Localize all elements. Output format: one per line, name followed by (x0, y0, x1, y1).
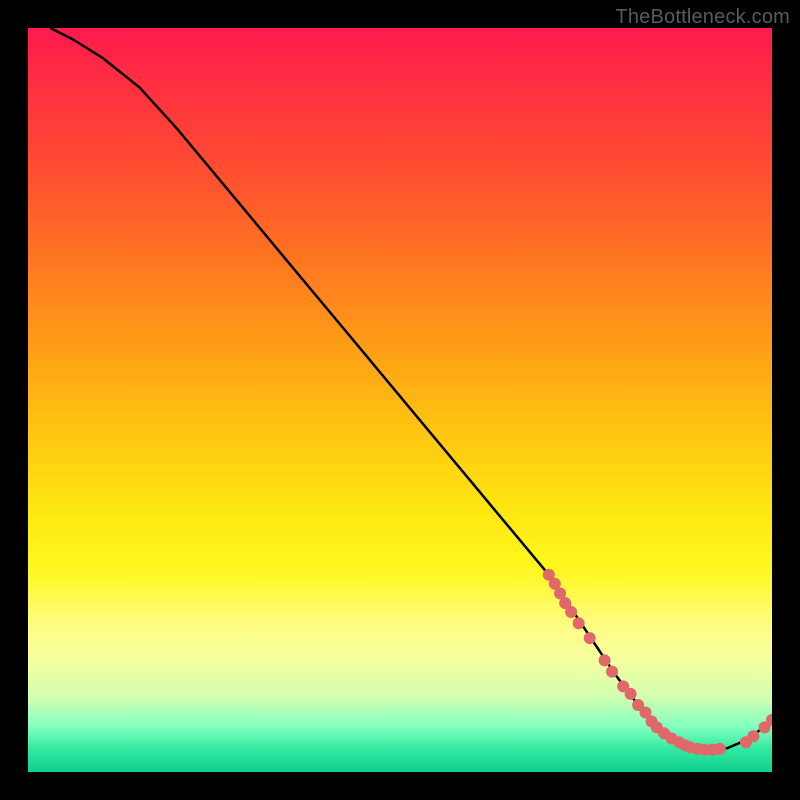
plot-area (28, 28, 772, 772)
data-point (606, 666, 618, 678)
data-point (599, 654, 611, 666)
chart-overlay (28, 28, 772, 772)
data-point (747, 730, 759, 742)
data-point (573, 617, 585, 629)
data-point (565, 606, 577, 618)
chart-container: TheBottleneck.com (0, 0, 800, 800)
data-point (584, 632, 596, 644)
data-point (625, 688, 637, 700)
curve-layer (50, 28, 772, 750)
data-point (714, 743, 726, 755)
points-layer (543, 569, 772, 756)
watermark-text: TheBottleneck.com (615, 6, 790, 29)
bottleneck-curve (50, 28, 772, 750)
